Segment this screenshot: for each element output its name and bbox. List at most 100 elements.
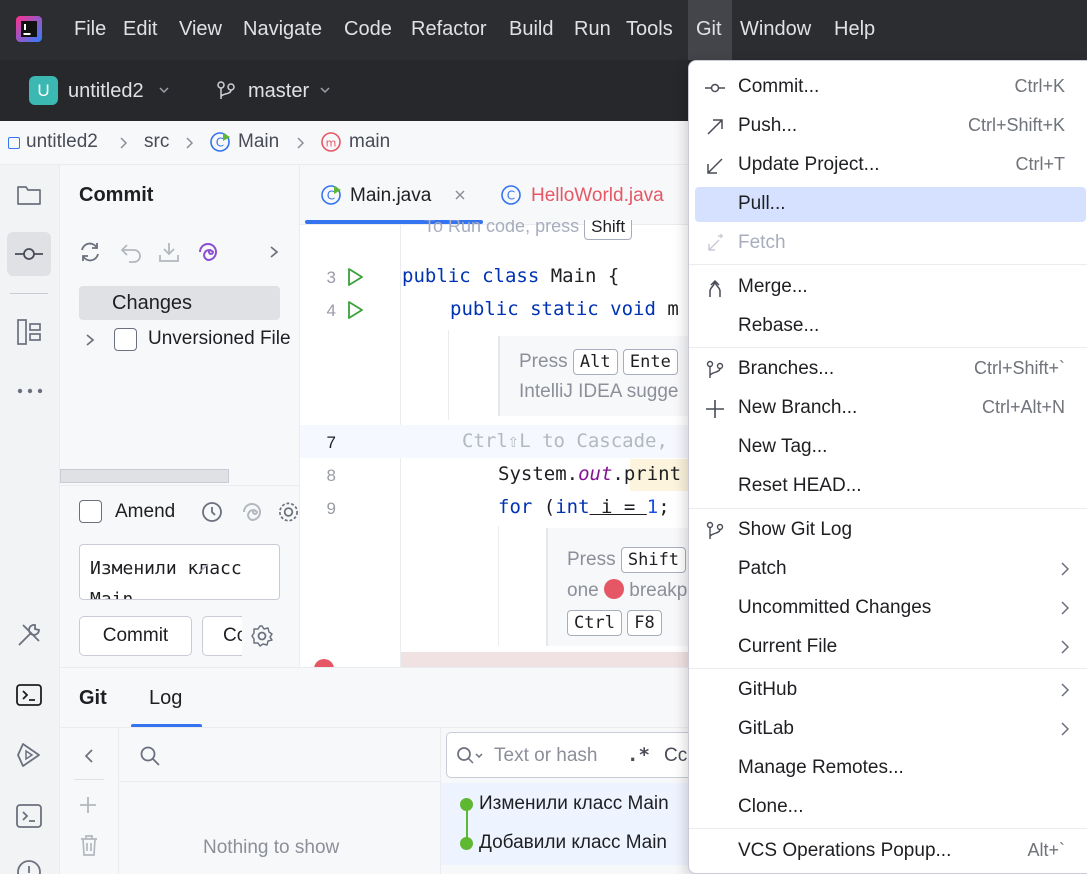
search-icon[interactable] [139, 745, 161, 767]
chevron-down-icon[interactable] [319, 84, 331, 96]
menu-window[interactable]: Window [732, 0, 819, 60]
regex-toggle[interactable]: .* [627, 744, 650, 766]
menu-item-new-tag[interactable]: New Tag... [695, 430, 1086, 465]
menu-item-shortcut: Ctrl+Alt+N [981, 397, 1065, 417]
menu-item-label: Clone... [738, 796, 804, 817]
run-gutter-icon[interactable] [344, 299, 366, 321]
project-badge[interactable]: U [29, 76, 58, 105]
settings-icon[interactable] [250, 624, 274, 648]
tab-helloworld-java[interactable]: HelloWorld.java [531, 185, 664, 207]
menu-item-uncommitted-changes[interactable]: Uncommitted Changes [695, 591, 1086, 626]
commit-and-push-button[interactable]: Co [202, 616, 242, 656]
structure-icon[interactable] [16, 318, 42, 346]
terminal-run-icon[interactable] [15, 682, 43, 710]
menu-item-pull[interactable]: Pull... [695, 187, 1086, 222]
menu-separator [689, 508, 1087, 509]
search-history-icon[interactable] [456, 746, 484, 766]
problems-icon[interactable] [15, 858, 43, 874]
folder-icon[interactable] [16, 183, 42, 207]
breadcrumb-src[interactable]: src [144, 131, 169, 153]
run-gutter-icon[interactable] [344, 266, 366, 288]
clock-icon[interactable] [200, 500, 224, 524]
branch-name[interactable]: master [248, 80, 309, 103]
trash-icon[interactable] [78, 833, 100, 857]
shelve-icon[interactable] [157, 240, 181, 264]
plus-icon[interactable] [77, 794, 99, 816]
ai-icon[interactable] [240, 500, 264, 524]
menu-item-push[interactable]: Push... Ctrl+Shift+K [695, 109, 1086, 144]
menu-item-fetch[interactable]: Fetch [695, 226, 1086, 261]
menu-navigate[interactable]: Navigate [235, 0, 330, 60]
breakpoint-icon [603, 579, 624, 599]
breadcrumb-project[interactable]: untitled2 [26, 131, 98, 153]
commit-row[interactable]: Добавили класс Main [479, 832, 688, 854]
chevron-right-icon[interactable] [84, 333, 96, 347]
tab-log[interactable]: Log [149, 687, 182, 710]
menu-help[interactable]: Help [826, 0, 883, 60]
menu-view[interactable]: View [171, 0, 230, 60]
rollback-icon[interactable] [119, 240, 143, 264]
menu-item-github[interactable]: GitHub [695, 673, 1086, 708]
refresh-icon[interactable] [78, 240, 102, 264]
close-icon[interactable] [453, 188, 467, 202]
hint2-line3: Ctrl F8 [567, 610, 662, 636]
menu-build[interactable]: Build [501, 0, 561, 60]
menu-tools[interactable]: Tools [618, 0, 681, 60]
menu-item-gitlab[interactable]: GitLab [695, 712, 1086, 747]
menu-item-label: Current File [738, 636, 838, 657]
menu-item-new-branch[interactable]: New Branch... Ctrl+Alt+N [695, 391, 1086, 426]
menu-refactor[interactable]: Refactor [403, 0, 495, 60]
breakpoint-marker[interactable] [314, 659, 334, 667]
menu-item-clone[interactable]: Clone... [695, 790, 1086, 825]
menu-item-label: New Branch... [738, 397, 858, 418]
commit-message-field[interactable]: Изменили класс Main [79, 544, 280, 600]
terminal-icon[interactable] [15, 802, 43, 830]
menu-run[interactable]: Run [566, 0, 619, 60]
match-case-toggle[interactable]: Cc [664, 745, 688, 767]
chevron-left-icon[interactable] [82, 748, 96, 764]
menu-item-label: Show Git Log [738, 519, 853, 540]
menu-git[interactable]: Git [688, 0, 732, 60]
chevron-right-icon [119, 136, 129, 150]
menu-item-current-file[interactable]: Current File [695, 630, 1086, 665]
menu-item-vcs-operations-popup[interactable]: VCS Operations Popup... Alt+` [695, 834, 1086, 869]
menu-item-merge[interactable]: Merge... [695, 270, 1086, 305]
commit-button[interactable]: Commit [79, 616, 192, 656]
more-icon[interactable] [16, 382, 44, 400]
menu-separator [689, 264, 1087, 265]
menu-item-reset-head[interactable]: Reset HEAD... [695, 469, 1086, 504]
commit-row[interactable]: Изменили класс Main [479, 793, 688, 815]
menu-item-patch[interactable]: Patch [695, 552, 1086, 587]
project-name[interactable]: untitled2 [68, 80, 144, 103]
menu-item-manage-remotes[interactable]: Manage Remotes... [695, 751, 1086, 786]
menu-edit[interactable]: Edit [115, 0, 165, 60]
horizontal-scrollbar[interactable] [60, 469, 229, 483]
breakpoint-label: breakp [629, 580, 688, 601]
menu-item-branches[interactable]: Branches... Ctrl+Shift+` [695, 352, 1086, 387]
intellij-logo-icon[interactable] [16, 16, 42, 42]
menu-item-label: Branches... [738, 358, 835, 379]
run-icon[interactable] [15, 741, 43, 769]
run-hint: To Run code, press Shift [424, 220, 688, 240]
menu-file[interactable]: File [66, 0, 114, 60]
chevron-right-icon [185, 136, 195, 150]
services-icon[interactable] [15, 621, 43, 649]
unversioned-files-label[interactable]: Unversioned File [148, 328, 300, 350]
commit-tool-button[interactable] [7, 232, 51, 276]
menu-code[interactable]: Code [336, 0, 400, 60]
menu-item-rebase[interactable]: Rebase... [695, 309, 1086, 344]
breadcrumb-class[interactable]: Main [238, 131, 279, 153]
unversioned-checkbox[interactable] [114, 328, 137, 351]
breadcrumb-method[interactable]: main [349, 131, 390, 153]
amend-checkbox[interactable] [79, 500, 102, 523]
hint2-line1: Press Shift [567, 547, 687, 573]
menu-item-show-git-log[interactable]: Show Git Log [695, 513, 1086, 548]
menu-item-commit[interactable]: Commit... Ctrl+K [695, 70, 1086, 105]
tab-main-java[interactable]: Main.java [350, 185, 431, 207]
menu-item-update-project[interactable]: Update Project... Ctrl+T [695, 148, 1086, 183]
code-text: m [655, 298, 679, 320]
ai-assistant-icon[interactable] [196, 240, 220, 264]
hint-suggest-text: IntelliJ IDEA sugge [519, 381, 679, 402]
chevron-right-icon[interactable] [268, 245, 280, 259]
chevron-down-icon[interactable] [158, 84, 170, 96]
